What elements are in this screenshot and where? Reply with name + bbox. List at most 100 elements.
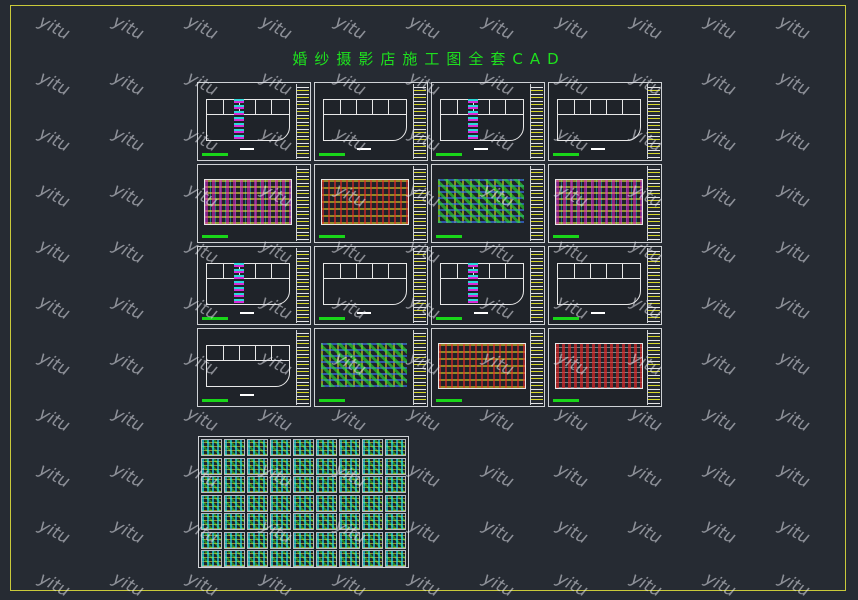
thumbnail-sheet — [316, 513, 337, 530]
title-block — [413, 248, 426, 323]
thumbnail-sheet — [247, 513, 268, 530]
thumbnail-sheet — [224, 457, 245, 475]
thumbnail-sheet — [201, 439, 222, 456]
thumbnail-sheet — [247, 550, 268, 567]
drawing-sheet — [314, 328, 428, 407]
thumbnail-sheet — [316, 476, 337, 493]
colored-plan — [555, 343, 643, 389]
thumbnail-sheet — [385, 494, 406, 512]
floor-plan — [206, 263, 290, 305]
thumbnail-sheet — [385, 550, 406, 567]
thumbnail-sheet — [362, 513, 383, 530]
drawing-sheet — [548, 328, 662, 407]
thumbnail-sheet — [201, 550, 222, 567]
drawing-sheet — [197, 246, 311, 325]
drawing-sheet — [431, 82, 545, 161]
drawing-sheet — [431, 246, 545, 325]
thumbnail-grid — [198, 436, 409, 568]
thumbnail-sheet — [270, 457, 291, 475]
thumbnail-sheet — [362, 531, 383, 549]
floor-plan — [206, 99, 290, 141]
title-block — [647, 248, 660, 323]
thumbnail-sheet — [270, 531, 291, 549]
thumbnail-sheet — [270, 439, 291, 456]
thumbnail-sheet — [362, 457, 383, 475]
thumbnail-sheet — [224, 550, 245, 567]
thumbnail-sheet — [270, 476, 291, 493]
colored-plan — [321, 343, 407, 387]
thumbnail-sheet — [247, 457, 268, 475]
cad-canvas: 婚纱摄影店施工图全套CAD yitu yitu yitu yitu yitu yitu yi… — [0, 0, 858, 600]
colored-plan — [555, 179, 643, 225]
thumbnail-sheet — [224, 494, 245, 512]
thumbnail-sheet — [224, 513, 245, 530]
thumbnail-sheet — [385, 531, 406, 549]
title-block — [413, 330, 426, 405]
thumbnail-sheet — [316, 457, 337, 475]
thumbnail-sheet — [224, 531, 245, 549]
thumbnail-sheet — [293, 457, 314, 475]
thumbnail-sheet — [385, 457, 406, 475]
thumbnail-sheet — [362, 476, 383, 493]
thumbnail-sheet — [224, 439, 245, 456]
thumbnail-sheet — [339, 457, 360, 475]
thumbnail-sheet — [293, 550, 314, 567]
thumbnail-sheet — [339, 513, 360, 530]
thumbnail-sheet — [201, 476, 222, 493]
title-block — [296, 248, 309, 323]
page-title: 婚纱摄影店施工图全套CAD — [292, 50, 566, 68]
thumbnail-sheet — [316, 494, 337, 512]
title-block — [647, 166, 660, 241]
thumbnail-sheet — [247, 494, 268, 512]
floor-plan — [323, 99, 407, 141]
title-block — [296, 166, 309, 241]
thumbnail-sheet — [362, 494, 383, 512]
title-block — [530, 84, 543, 159]
thumbnail-sheet — [270, 550, 291, 567]
floor-plan — [557, 99, 641, 141]
thumbnail-sheet — [316, 439, 337, 456]
drawing-frame — [10, 5, 846, 591]
title-block — [296, 330, 309, 405]
drawing-sheet — [197, 82, 311, 161]
drawing-sheet — [197, 164, 311, 243]
drawing-sheet — [431, 164, 545, 243]
thumbnail-sheet — [270, 494, 291, 512]
title-block — [413, 166, 426, 241]
drawing-sheet — [431, 328, 545, 407]
thumbnail-sheet — [362, 439, 383, 456]
thumbnail-sheet — [385, 513, 406, 530]
thumbnail-sheet — [339, 550, 360, 567]
floor-plan — [440, 99, 524, 141]
title-block — [530, 166, 543, 241]
thumbnail-sheet — [339, 494, 360, 512]
title-block — [530, 330, 543, 405]
thumbnail-sheet — [293, 494, 314, 512]
floor-plan — [323, 263, 407, 305]
floor-plan — [557, 263, 641, 305]
thumbnail-sheet — [362, 550, 383, 567]
floor-plan — [440, 263, 524, 305]
drawing-sheet — [314, 82, 428, 161]
title-block — [647, 330, 660, 405]
thumbnail-sheet — [385, 476, 406, 493]
thumbnail-sheet — [224, 476, 245, 493]
floor-plan — [206, 345, 290, 387]
thumbnail-sheet — [201, 531, 222, 549]
drawing-sheet — [548, 246, 662, 325]
title-block — [530, 248, 543, 323]
drawing-sheet — [314, 246, 428, 325]
thumbnail-sheet — [339, 531, 360, 549]
thumbnail-sheet — [201, 513, 222, 530]
thumbnail-sheet — [316, 550, 337, 567]
thumbnail-sheet — [293, 439, 314, 456]
thumbnail-sheet — [293, 513, 314, 530]
colored-plan — [321, 179, 409, 225]
drawing-sheet — [314, 164, 428, 243]
thumbnail-sheet — [247, 439, 268, 456]
drawing-sheet — [548, 164, 662, 243]
thumbnail-sheet — [247, 476, 268, 493]
thumbnail-sheet — [247, 531, 268, 549]
drawing-sheet — [548, 82, 662, 161]
thumbnail-sheet — [293, 476, 314, 493]
